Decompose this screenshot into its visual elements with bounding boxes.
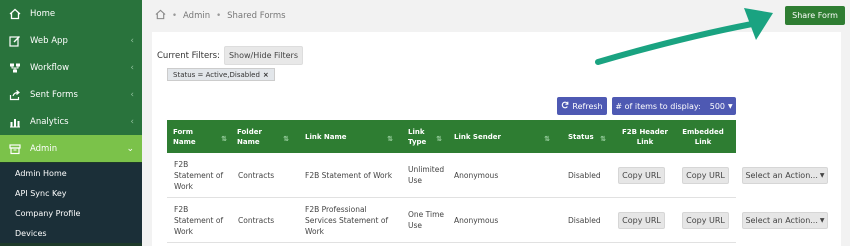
sidebar-item-admin[interactable]: Admin ⌄: [0, 135, 142, 162]
table-header: Form Name ⇅ Folder Name ⇅ Link Name ⇅ Li…: [167, 120, 736, 153]
refresh-button[interactable]: Refresh: [557, 97, 607, 115]
share-icon: [8, 88, 22, 102]
sidebar-item-web-app[interactable]: Web App ‹: [0, 27, 142, 54]
sidebar-item-label: Workflow: [30, 62, 70, 73]
select-action-dropdown[interactable]: Select an Action... ▼: [742, 167, 828, 184]
caret-down-icon: ▼: [819, 217, 825, 224]
cell-link-sender: Anonymous: [454, 170, 499, 180]
cell-folder-name: Contracts: [238, 170, 275, 180]
chevron-left-icon: ‹: [130, 62, 134, 73]
copy-embedded-url-button[interactable]: Copy URL: [682, 212, 729, 229]
cell-link-type: One Time Use: [408, 210, 445, 230]
chevron-left-icon: ‹: [130, 89, 134, 100]
edit-icon: [8, 34, 22, 48]
main-content: • Admin • Shared Forms Share Form Curren…: [142, 0, 850, 246]
sidebar-subitem-admin-home[interactable]: Admin Home: [0, 163, 142, 183]
select-action-dropdown[interactable]: Select an Action... ▼: [742, 212, 828, 229]
sidebar-item-label: Web App: [30, 35, 68, 46]
chevron-left-icon: ‹: [130, 116, 134, 127]
items-to-display-value: 500: [709, 101, 726, 111]
sidebar-item-home[interactable]: Home: [0, 0, 142, 27]
sidebar-item-workflow[interactable]: Workflow ‹: [0, 54, 142, 81]
cell-folder-name: Contracts: [238, 215, 275, 225]
cell-status: Disabled: [568, 170, 601, 180]
home-icon[interactable]: [155, 9, 166, 23]
copy-header-url-button[interactable]: Copy URL: [618, 167, 665, 184]
show-hide-filters-button[interactable]: Show/Hide Filters: [224, 46, 303, 65]
breadcrumb-admin[interactable]: Admin: [183, 11, 210, 21]
sidebar-item-label: Sent Forms: [30, 89, 78, 100]
breadcrumb-shared-forms: Shared Forms: [227, 11, 286, 21]
sidebar-item-label: Analytics: [30, 116, 69, 127]
workflow-icon: [8, 61, 22, 75]
table-row: F2B Statement of Work Contracts F2B Stat…: [167, 153, 736, 198]
chevron-down-icon: ⌄: [126, 143, 134, 154]
sidebar-subitem-devices[interactable]: Devices: [0, 223, 142, 243]
refresh-icon: [561, 101, 569, 111]
cell-link-sender: Anonymous: [454, 215, 499, 225]
header-status[interactable]: Status ⇅: [568, 120, 608, 153]
sort-icon: ⇅: [600, 135, 606, 143]
cell-status: Disabled: [568, 215, 601, 225]
breadcrumb-separator: •: [216, 11, 222, 21]
status-filter-badge: Status = Active,Disabled ×: [167, 68, 275, 81]
header-embedded-link: Embedded Link: [682, 127, 724, 146]
breadcrumb: • Admin • Shared Forms: [142, 0, 850, 32]
sidebar-subitem-company-profile[interactable]: Company Profile: [0, 203, 142, 223]
sidebar-item-label: Admin: [30, 143, 58, 154]
chevron-left-icon: ‹: [130, 35, 134, 46]
sidebar: Home Web App ‹ Workflow ‹ Sent Forms ‹ A…: [0, 0, 142, 246]
cell-link-name: F2B Statement of Work: [305, 170, 393, 180]
sort-icon: ⇅: [387, 135, 393, 143]
items-to-display-label: # of items to display:: [615, 101, 701, 111]
caret-down-icon: ▼: [728, 102, 733, 110]
items-to-display-dropdown[interactable]: # of items to display: 500 ▼: [612, 97, 736, 115]
status-filter-text: Status = Active,Disabled: [173, 70, 260, 79]
caret-down-icon: ▼: [819, 172, 825, 179]
header-link-name[interactable]: Link Name ⇅: [305, 120, 397, 153]
cell-link-type: Unlimited Use: [408, 165, 445, 185]
sidebar-item-label: Home: [30, 8, 56, 19]
sort-icon: ⇅: [544, 135, 550, 143]
admin-icon: [8, 142, 22, 156]
cell-link-name: F2B Professional Services Statement of W…: [305, 204, 389, 236]
copy-embedded-url-button[interactable]: Copy URL: [682, 167, 729, 184]
refresh-label: Refresh: [572, 101, 603, 111]
header-folder-name[interactable]: Folder Name ⇅: [237, 120, 293, 153]
home-icon: [8, 7, 22, 21]
header-f2b-header-link: F2B Header Link: [622, 127, 668, 146]
breadcrumb-separator: •: [172, 11, 178, 21]
cell-form-name: F2B Statement of Work: [174, 204, 224, 236]
cell-form-name: F2B Statement of Work: [174, 159, 224, 191]
sort-icon: ⇅: [221, 135, 227, 143]
header-link-type[interactable]: Link Type ⇅: [408, 120, 446, 153]
close-icon[interactable]: ×: [263, 71, 269, 79]
sort-icon: ⇅: [436, 135, 442, 143]
sidebar-subitem-api-sync-key[interactable]: API Sync Key: [0, 183, 142, 203]
sort-icon: ⇅: [283, 135, 289, 143]
sidebar-item-sent-forms[interactable]: Sent Forms ‹: [0, 81, 142, 108]
current-filters-label: Current Filters:: [157, 51, 220, 61]
share-form-button[interactable]: Share Form: [785, 6, 845, 25]
sidebar-item-analytics[interactable]: Analytics ‹: [0, 108, 142, 135]
header-form-name[interactable]: Form Name ⇅: [173, 120, 231, 153]
analytics-icon: [8, 115, 22, 129]
copy-header-url-button[interactable]: Copy URL: [618, 212, 665, 229]
table-row: F2B Statement of Work Contracts F2B Prof…: [167, 198, 736, 243]
header-link-sender[interactable]: Link Sender ⇅: [454, 120, 554, 153]
